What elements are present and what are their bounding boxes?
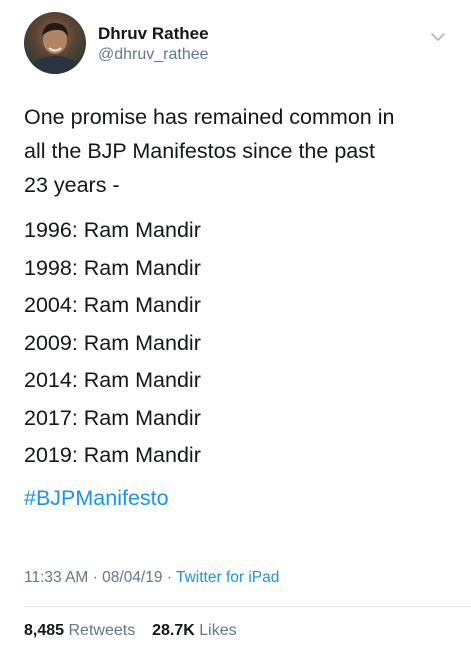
year-line: 2004: Ram Mandir — [24, 293, 201, 317]
year-list: 1996: Ram Mandir 1998: Ram Mandir 2004: … — [24, 212, 453, 475]
tweet-header: Dhruv Rathee @dhruv_rathee — [24, 12, 447, 76]
tweet-date[interactable]: 08/04/19 — [102, 569, 162, 586]
divider — [24, 606, 471, 607]
retweets-count: 8,485 — [24, 622, 65, 639]
user-names: Dhruv Rathee @dhruv_rathee — [98, 24, 209, 65]
intro-line: One promise has remained common in — [24, 105, 395, 129]
tweet-stats: 8,485 Retweets 28.7K Likes — [24, 620, 237, 642]
likes-label: Likes — [199, 622, 237, 639]
meta-separator: · — [166, 569, 172, 586]
tweet-text: One promise has remained common in all t… — [24, 100, 453, 515]
year-line: 2019: Ram Mandir — [24, 443, 201, 467]
year-line: 1998: Ram Mandir — [24, 255, 201, 280]
tweet-intro: One promise has remained common in all t… — [24, 100, 453, 202]
intro-line: 23 years - — [24, 173, 120, 197]
intro-line: all the BJP Manifestos since the past — [24, 139, 375, 163]
retweets-stat[interactable]: 8,485 Retweets — [24, 622, 140, 639]
tweet-time[interactable]: 11:33 AM — [24, 569, 88, 586]
year-line: 2017: Ram Mandir — [24, 405, 201, 430]
tweet-card: Dhruv Rathee @dhruv_rathee One promise h… — [0, 0, 471, 651]
hashtag-link[interactable]: #BJPManifesto — [24, 481, 453, 515]
meta-separator: · — [92, 569, 98, 586]
user-handle[interactable]: @dhruv_rathee — [98, 45, 209, 65]
likes-count: 28.7K — [152, 622, 195, 639]
display-name[interactable]: Dhruv Rathee — [98, 24, 209, 44]
avatar[interactable] — [24, 12, 86, 74]
year-line: 2009: Ram Mandir — [24, 330, 201, 355]
year-line: 2014: Ram Mandir — [24, 368, 201, 392]
likes-stat[interactable]: 28.7K Likes — [152, 622, 237, 639]
chevron-down-icon[interactable] — [429, 28, 447, 46]
retweets-label: Retweets — [68, 622, 136, 639]
tweet-meta: 11:33 AM · 08/04/19 · Twitter for iPad — [24, 568, 279, 588]
year-line: 1996: Ram Mandir — [24, 218, 201, 242]
tweet-source-link[interactable]: Twitter for iPad — [176, 569, 279, 586]
avatar-photo — [29, 22, 81, 74]
